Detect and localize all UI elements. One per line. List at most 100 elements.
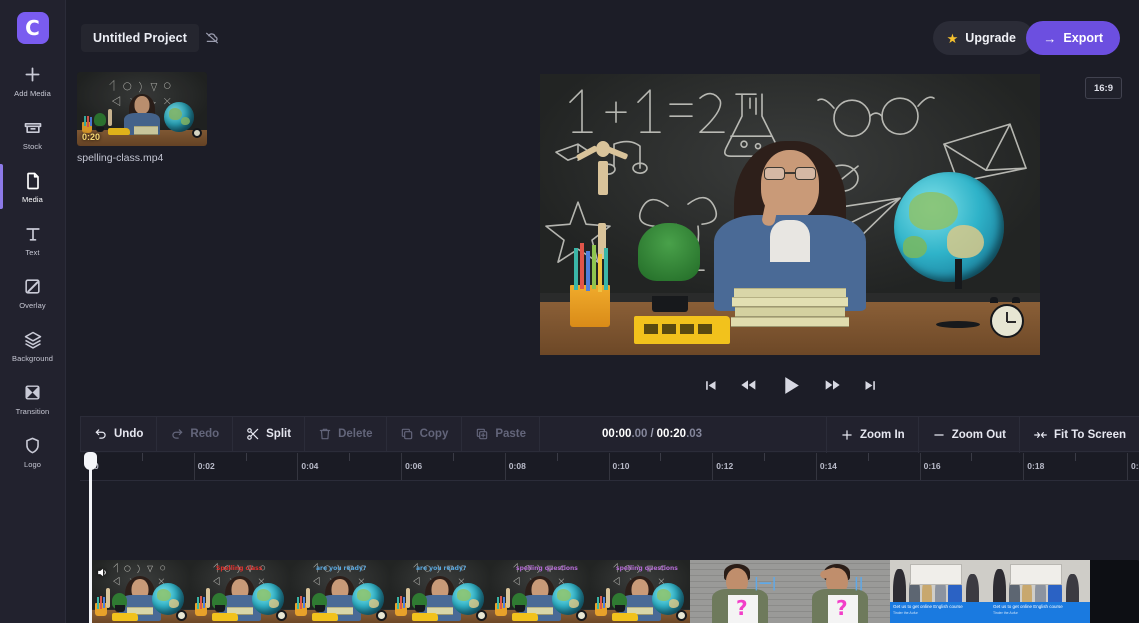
clip-thumbnail-frame: are you ready? xyxy=(290,560,390,623)
ruler-minor-tick xyxy=(556,453,558,461)
total-time-main: 00:20 xyxy=(656,428,687,440)
app-logo[interactable]: C xyxy=(16,12,49,44)
ruler-tick-label: 0:14 xyxy=(819,461,837,471)
play-button[interactable] xyxy=(778,373,803,398)
scissors-icon xyxy=(246,427,260,441)
timeline-clip[interactable]: Spelling class are you ready? are you re… xyxy=(90,560,1139,623)
zoom-in-button-label: Zoom In xyxy=(859,429,905,441)
ruler-minor-tick xyxy=(349,453,351,461)
left-sidebar: C Add Media Stock Media Text Overlay Bac… xyxy=(0,0,66,623)
undo-button[interactable]: Undo xyxy=(80,416,158,452)
clip-thumbnail-frame: spelling questions xyxy=(490,560,590,623)
timeline-ruler[interactable]: 00:020:040:060:080:100:120:140:160:180:2… xyxy=(80,453,1139,481)
clip-thumbnail-frame: Get us to get online English course Tind… xyxy=(890,560,990,623)
stock-icon xyxy=(23,117,43,139)
fit-to-screen-icon xyxy=(1033,428,1048,442)
project-title-field[interactable]: Untitled Project xyxy=(81,24,199,52)
clock-bell-decor xyxy=(1012,297,1020,304)
export-button-label: Export xyxy=(1063,31,1103,45)
minus-icon xyxy=(932,428,946,442)
timeline-playhead[interactable] xyxy=(84,452,97,623)
sidebar-item-logo[interactable]: Logo xyxy=(0,425,66,478)
ruler-minor-tick xyxy=(245,453,247,461)
paste-button-label: Paste xyxy=(495,428,527,440)
fit-to-screen-button[interactable]: Fit To Screen xyxy=(1020,417,1139,453)
clip-thumbnail-frame: spelling questions xyxy=(590,560,690,623)
ruler-tick-label: 0:04 xyxy=(301,461,319,471)
ruler-tick-label: 0:20 xyxy=(1131,461,1139,471)
sidebar-item-label: Logo xyxy=(23,459,42,469)
sidebar-item-background[interactable]: Background xyxy=(0,319,66,372)
sidebar-item-label: Overlay xyxy=(19,300,46,310)
sidebar-item-stock[interactable]: Stock xyxy=(0,107,66,160)
current-time-frames: .00 xyxy=(631,428,648,440)
clipchamp-editor: C Add Media Stock Media Text Overlay Bac… xyxy=(0,0,1139,623)
clock-bell2-decor xyxy=(990,297,998,304)
speaker-icon xyxy=(96,566,109,584)
ruler-minor-tick xyxy=(141,453,143,461)
copy-button-label: Copy xyxy=(419,428,449,440)
upgrade-button-label: Upgrade xyxy=(965,31,1016,45)
playhead-handle[interactable] xyxy=(84,452,97,470)
sidebar-item-label: Stock xyxy=(22,141,43,151)
export-button[interactable]: → Export xyxy=(1026,21,1120,55)
cloud-sync-off-icon[interactable] xyxy=(204,30,220,46)
sidebar-item-text[interactable]: Text xyxy=(0,213,66,266)
ruler-minor-tick xyxy=(764,453,766,461)
timeline-toolbar: Undo Redo Split Delete Copy Paste 00:00.… xyxy=(80,416,1139,453)
delete-button-label: Delete xyxy=(338,428,373,440)
skip-to-start-button[interactable] xyxy=(703,378,718,393)
ruler-minor-tick xyxy=(867,453,869,461)
copy-button[interactable]: Copy xyxy=(387,416,463,452)
star-icon: ★ xyxy=(946,30,959,46)
redo-button[interactable]: Redo xyxy=(157,416,234,452)
ruler-tick-label: 0:12 xyxy=(716,461,734,471)
sidebar-item-transition[interactable]: Transition xyxy=(0,372,66,425)
ruler-minor-tick xyxy=(452,453,454,461)
ruler-tick-label: 0:06 xyxy=(405,461,423,471)
plus-icon xyxy=(840,428,854,442)
ruler-minor-tick xyxy=(660,453,662,461)
split-button-label: Split xyxy=(266,428,292,440)
ruler-tick-label: 0:18 xyxy=(1027,461,1045,471)
rewind-button[interactable] xyxy=(740,377,756,393)
upgrade-button[interactable]: ★ Upgrade xyxy=(932,21,1034,55)
sidebar-item-media[interactable]: Media xyxy=(0,160,66,213)
media-item[interactable]: 0:20 spelling-class.mp4 xyxy=(77,72,207,164)
sidebar-item-label: Add Media xyxy=(14,88,51,98)
sidebar-item-overlay[interactable]: Overlay xyxy=(0,266,66,319)
overlay-icon xyxy=(23,276,42,298)
transition-icon xyxy=(23,382,42,404)
zoom-in-button[interactable]: Zoom In xyxy=(825,417,919,453)
media-item-thumbnail: 0:20 xyxy=(77,72,207,146)
timeline-zoom-controls: Zoom In Zoom Out Fit To Screen xyxy=(825,417,1139,453)
sidebar-item-add-media[interactable]: Add Media xyxy=(0,54,66,107)
background-layers-icon xyxy=(23,329,43,351)
clip-thumbnail-frame: ? |—| xyxy=(690,560,790,623)
redo-icon xyxy=(170,427,184,441)
sidebar-item-label: Background xyxy=(11,353,54,363)
ruler-tick-label: 0:10 xyxy=(612,461,630,471)
fast-forward-button[interactable] xyxy=(825,377,841,393)
ruler-tick-label: 0:02 xyxy=(197,461,215,471)
plus-icon xyxy=(22,64,43,86)
split-button[interactable]: Split xyxy=(233,416,306,452)
timecode-separator: / xyxy=(650,428,654,440)
aspect-ratio-badge[interactable]: 16:9 xyxy=(1085,77,1122,99)
zoom-out-button[interactable]: Zoom Out xyxy=(919,417,1020,453)
delete-button[interactable]: Delete xyxy=(305,416,387,452)
preview-scene xyxy=(540,74,1040,355)
media-file-icon xyxy=(23,170,43,192)
paste-icon xyxy=(475,427,489,441)
trash-icon xyxy=(318,427,332,441)
paste-button[interactable]: Paste xyxy=(462,416,541,452)
clip-thumbnail-frame: Spelling class xyxy=(190,560,290,623)
shirt-decor xyxy=(770,220,810,263)
logo-shield-icon xyxy=(23,435,42,457)
skip-to-end-button[interactable] xyxy=(863,378,878,393)
sidebar-item-label: Media xyxy=(22,194,43,204)
timeline-track-area[interactable]: Spelling class are you ready? are you re… xyxy=(80,481,1139,623)
redo-button-label: Redo xyxy=(190,428,220,440)
ruler-tick-label: 0:08 xyxy=(508,461,526,471)
video-preview[interactable] xyxy=(540,74,1040,355)
